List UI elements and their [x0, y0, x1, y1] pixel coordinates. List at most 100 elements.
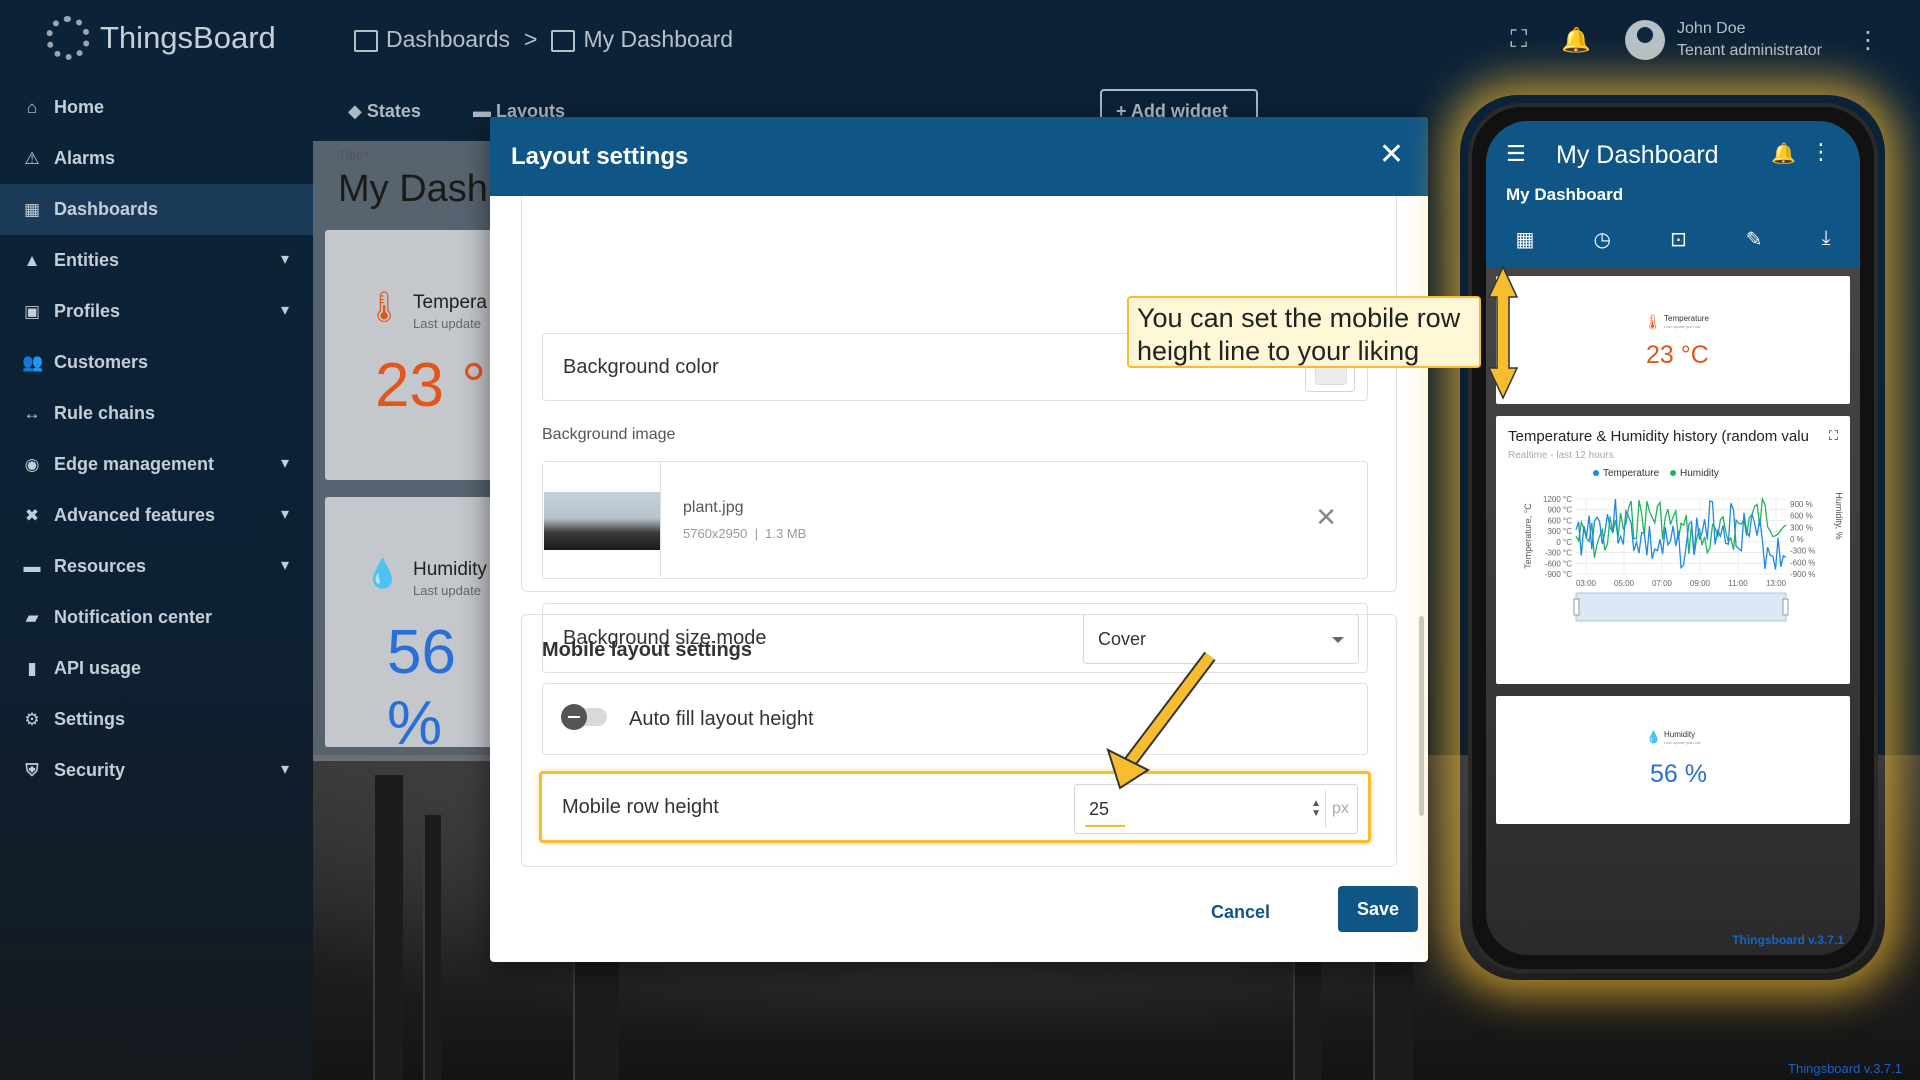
- sidebar-item-advanced-features[interactable]: ✖ Advanced features ▾: [0, 490, 313, 541]
- sidebar-item-security[interactable]: ⛨ Security ▾: [0, 745, 313, 796]
- phone-subtitle: My Dashboard: [1506, 185, 1624, 204]
- background-image-row: plant.jpg 5760x2950 | 1.3 MB ✕: [542, 461, 1368, 579]
- phone-title: My Dashboard: [1556, 141, 1719, 169]
- bell-icon[interactable]: 🔔: [1561, 26, 1591, 55]
- bell-icon[interactable]: 🔔: [1771, 141, 1796, 166]
- sidebar-item-rule-chains[interactable]: ↔ Rule chains: [0, 388, 313, 439]
- sidebar-item-customers[interactable]: 👥 Customers: [0, 337, 313, 388]
- user-name: John Doe: [1677, 20, 1746, 37]
- y-right-tick: -600 %: [1790, 558, 1815, 567]
- droplet-icon: 💧: [1646, 730, 1661, 744]
- mobile-row-height-value: 25: [1089, 799, 1110, 819]
- sidebar-item-label: Rule chains: [54, 403, 156, 423]
- chevron-down-icon[interactable]: ▾: [281, 300, 289, 320]
- spinner-icon[interactable]: ▲ ▼: [1311, 799, 1321, 819]
- humidity-value: 56 %: [1650, 760, 1707, 788]
- humidity-card[interactable]: 💧 Humidity Last update 56 %: [325, 497, 495, 758]
- close-icon[interactable]: ✕: [1379, 137, 1404, 172]
- security-icon: ⛨: [25, 760, 39, 780]
- dialog-footer: Cancel Save: [490, 876, 1428, 962]
- logo[interactable]: ThingsBoard: [46, 16, 276, 60]
- auto-fill-row: Auto fill layout height: [542, 683, 1368, 755]
- download-icon[interactable]: ⤓: [1822, 227, 1831, 252]
- thermometer-icon: 🌡: [365, 291, 404, 324]
- sidebar-item-api-usage[interactable]: ▮ API usage: [0, 643, 313, 694]
- dashboard-title[interactable]: My Dash: [338, 168, 488, 211]
- droplet-icon: 💧: [365, 558, 400, 589]
- remove-image-icon[interactable]: ✕: [1315, 502, 1337, 533]
- user-menu[interactable]: John Doe Tenant administrator: [1625, 18, 1822, 62]
- top-bar: ThingsBoard Dashboards > My Dashboard ⛶ …: [0, 0, 1920, 82]
- states-button[interactable]: ◆ States: [348, 101, 421, 122]
- phone-humidity-card[interactable]: 💧 Humidity Last update just now 56 %: [1496, 696, 1850, 824]
- mobile-layout-title: Mobile layout settings: [542, 639, 753, 661]
- y-right-tick: 300 %: [1790, 523, 1813, 532]
- sidebar-item-label: Profiles: [54, 301, 121, 321]
- more-vert-icon[interactable]: ⋮: [1856, 26, 1880, 55]
- range-handle-right[interactable]: [1782, 598, 1789, 616]
- legend-temperature-marker: [1593, 470, 1599, 476]
- phone-header: ☰ My Dashboard 🔔 ⋮ My Dashboard ▦ ◷ ⊡ ✎ …: [1486, 121, 1860, 267]
- phone-temperature-card[interactable]: 🌡 Temperature Last update just now 23 °C: [1496, 276, 1850, 404]
- background-image-label: Background image: [542, 426, 676, 443]
- temperature-card[interactable]: 🌡 Tempera Last update 23 °: [325, 230, 495, 480]
- edit-icon[interactable]: ✎: [1746, 227, 1763, 252]
- scrollbar[interactable]: [1419, 616, 1424, 816]
- card-subtitle: Last update just now: [1664, 740, 1701, 745]
- sidebar-item-settings[interactable]: ⚙ Settings: [0, 694, 313, 745]
- x-tick: 03:00: [1576, 579, 1597, 588]
- image-thumbnail: [543, 462, 661, 577]
- sidebar-item-label: Alarms: [54, 148, 116, 168]
- clock-icon[interactable]: ◷: [1593, 227, 1610, 252]
- api-usage-icon: ▮: [27, 658, 37, 678]
- layouts-icon[interactable]: ▦: [1516, 227, 1535, 252]
- card-title: Humidity: [413, 559, 487, 580]
- edge-icon: ◉: [24, 454, 40, 474]
- thermometer-icon: 🌡: [1644, 314, 1662, 330]
- card-subtitle: Last update just now: [1664, 324, 1701, 329]
- sidebar-item-edge-management[interactable]: ◉ Edge management ▾: [0, 439, 313, 490]
- menu-icon[interactable]: ☰: [1506, 141, 1526, 167]
- sidebar-item-label: Security: [54, 760, 126, 780]
- save-button[interactable]: Save: [1338, 886, 1418, 932]
- y-right-tick: 600 %: [1790, 512, 1813, 521]
- x-tick: 05:00: [1614, 579, 1635, 588]
- background-color-label: Background color: [563, 356, 719, 378]
- dashboard-icon: [354, 29, 378, 52]
- more-vert-icon[interactable]: ⋮: [1810, 139, 1832, 165]
- chevron-down-icon[interactable]: ▾: [281, 504, 289, 524]
- card-title: Humidity: [1664, 730, 1696, 739]
- image-icon[interactable]: ⊡: [1670, 227, 1687, 252]
- cancel-button[interactable]: Cancel: [1201, 890, 1280, 935]
- humidity-series: [1575, 496, 1787, 558]
- sidebar-item-dashboards[interactable]: ▦ Dashboards: [0, 184, 313, 235]
- sidebar-item-notification-center[interactable]: ▰ Notification center: [0, 592, 313, 643]
- mobile-row-height-label: Mobile row height: [562, 796, 719, 818]
- sidebar-item-alarms[interactable]: ⚠ Alarms: [0, 133, 313, 184]
- rule-chains-icon: ↔: [23, 403, 41, 423]
- legend-humidity-marker: [1670, 470, 1676, 476]
- sidebar-item-entities[interactable]: ▲ Entities ▾: [0, 235, 313, 286]
- chevron-down-icon[interactable]: ▾: [281, 759, 289, 779]
- sidebar-item-label: Advanced features: [54, 505, 216, 525]
- card-subtitle: Last update: [413, 316, 481, 331]
- phone-version: Thingsboard v.3.7.1: [1732, 933, 1844, 947]
- range-handle-left[interactable]: [1573, 598, 1580, 616]
- range-navigator[interactable]: [1575, 592, 1787, 622]
- breadcrumb-dashboards[interactable]: Dashboards: [354, 26, 510, 53]
- sidebar-item-resources[interactable]: ▬ Resources ▾: [0, 541, 313, 592]
- sidebar-item-home[interactable]: ⌂ Home: [0, 82, 313, 133]
- chevron-down-icon[interactable]: ▾: [281, 555, 289, 575]
- sidebar-item-profiles[interactable]: ▣ Profiles ▾: [0, 286, 313, 337]
- y-right-tick: -300 %: [1790, 547, 1815, 556]
- temperature-value: 23 °: [375, 351, 486, 420]
- y-left-tick: -600 °C: [1545, 559, 1572, 568]
- auto-fill-toggle[interactable]: [561, 704, 607, 730]
- sidebar-item-label: Settings: [54, 709, 126, 729]
- dashboard-icon: [551, 29, 576, 52]
- chevron-down-icon[interactable]: ▾: [281, 453, 289, 473]
- phone-chart-card[interactable]: Temperature & Humidity history (random v…: [1496, 416, 1850, 684]
- fullscreen-icon[interactable]: ⛶: [1510, 26, 1527, 54]
- dashboard-icon: ▦: [23, 199, 41, 219]
- chevron-down-icon[interactable]: ▾: [281, 249, 289, 269]
